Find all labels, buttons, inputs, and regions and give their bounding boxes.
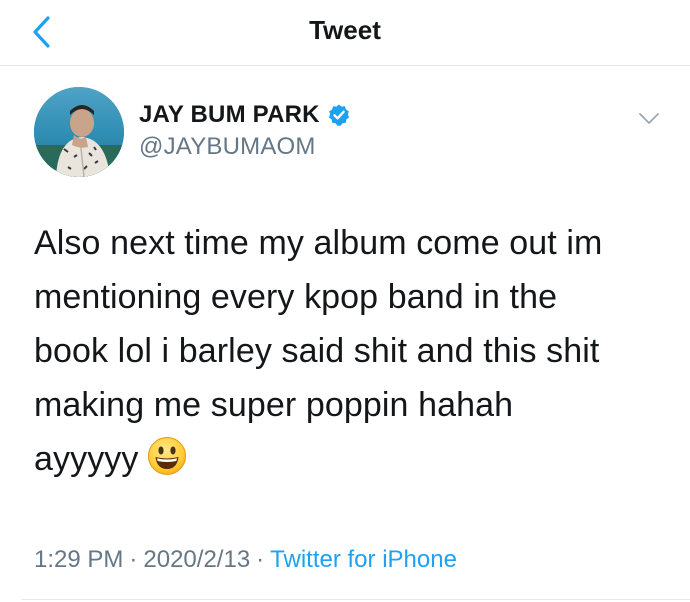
tweet-text-line: mentioning every kpop band in the: [34, 278, 558, 316]
author-name-row[interactable]: JAY BUM PARK: [139, 98, 351, 132]
chevron-down-icon: [639, 113, 659, 124]
smiling-face-emoji: [147, 437, 186, 475]
author-handle[interactable]: @JAYBUMAOM: [139, 132, 316, 162]
page-title: Tweet: [309, 15, 381, 45]
avatar-photo: [34, 87, 124, 177]
tweet-text-line: book lol i barley said shit and this shi…: [34, 332, 600, 370]
top-nav-bar: Tweet: [0, 0, 690, 66]
tweet-menu-button[interactable]: [632, 104, 666, 134]
tweet-time: 1:29 PM: [34, 546, 124, 573]
avatar[interactable]: [34, 87, 124, 177]
tweet-text: Also next time my album come out im ment…: [34, 216, 664, 486]
meta-separator: ·: [129, 546, 138, 573]
meta-separator: ·: [256, 546, 265, 573]
tweet-text-last-line: ayyyyy: [34, 432, 664, 486]
tweet-meta: 1:29 PM · 2020/2/13 · Twitter for iPhone: [34, 544, 457, 576]
author-name[interactable]: JAY BUM PARK: [139, 101, 320, 129]
tweet-text-line: Also next time my album come out im: [34, 224, 603, 262]
tweet-date: 2020/2/13: [143, 546, 251, 573]
tweet-text-line: ayyyyy: [34, 440, 139, 478]
verified-badge-icon: [327, 103, 351, 127]
divider: [22, 599, 690, 600]
tweet-detail-screen: Tweet JAY BUM PARK @JAYBUMAOM Also next …: [0, 0, 690, 602]
tweet-text-line: making me super poppin hahah: [34, 386, 514, 424]
tweet-source-link[interactable]: Twitter for iPhone: [270, 546, 457, 573]
